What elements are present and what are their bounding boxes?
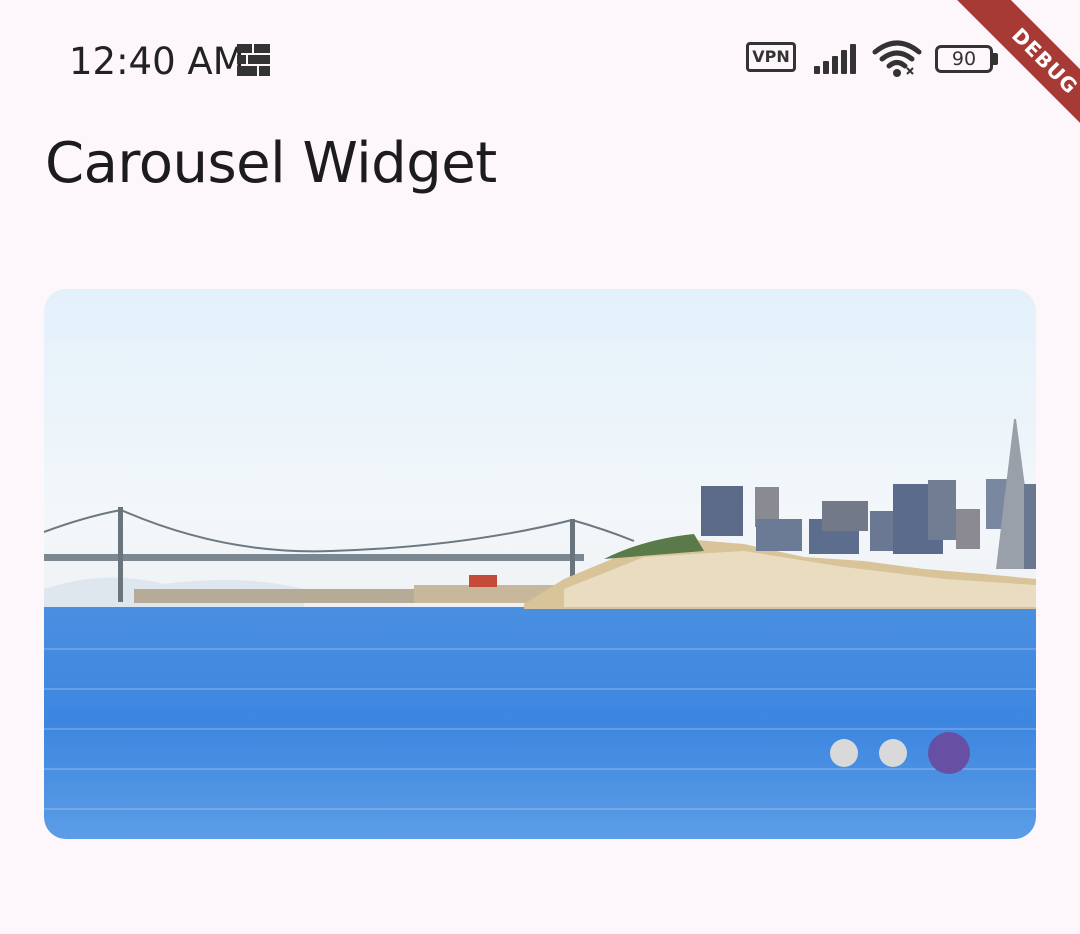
page-title: Carousel Widget [45, 131, 497, 196]
status-time: 12:40 AM [69, 40, 245, 83]
cell-signal-icon [814, 44, 856, 74]
page-indicator-dot-2[interactable] [879, 739, 907, 767]
page-indicator-dot-1[interactable] [830, 739, 858, 767]
status-bar: 12:40 AM VPN 90 [0, 0, 1080, 120]
vpn-icon: VPN [746, 42, 796, 72]
image-carousel[interactable] [44, 289, 1036, 839]
battery-level: 90 [951, 48, 977, 70]
app-notification-icon [237, 44, 270, 76]
page-indicator-dot-3-active[interactable] [928, 732, 970, 774]
page-indicator [44, 289, 1036, 839]
wifi-icon [872, 40, 922, 77]
battery-icon: 90 [935, 45, 999, 75]
